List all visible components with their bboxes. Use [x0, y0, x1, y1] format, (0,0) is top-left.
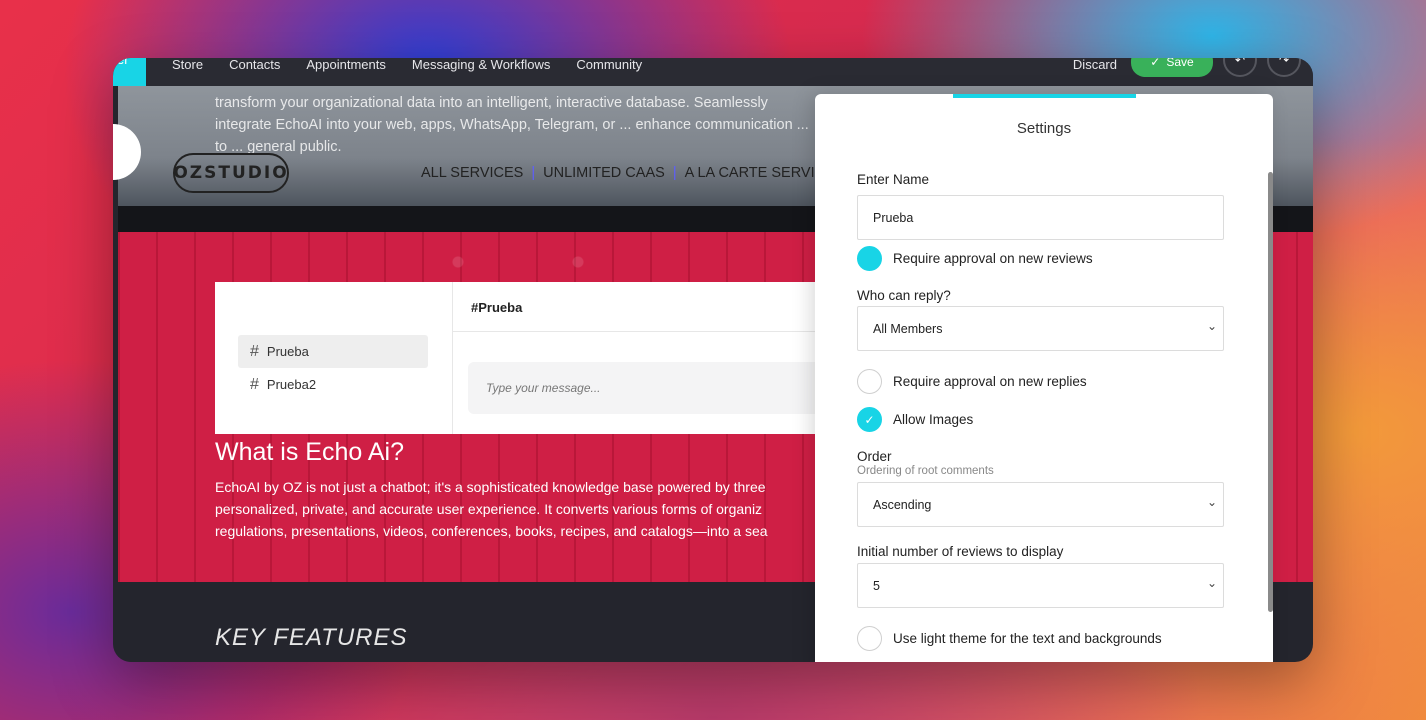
- discard-button[interactable]: Discard: [1073, 58, 1117, 72]
- name-label: Enter Name: [857, 172, 930, 187]
- section-text-line: personalized, private, and accurate user…: [215, 501, 763, 517]
- site-menu-all-services[interactable]: ALL SERVICES: [421, 165, 523, 181]
- section-title: What is Echo Ai?: [215, 438, 404, 466]
- message-input[interactable]: Type your message...: [468, 362, 835, 414]
- site-menu-unlimited-caas[interactable]: UNLIMITED CAAS: [543, 165, 665, 181]
- light-theme-checkbox[interactable]: [857, 626, 882, 651]
- nav-messaging-workflows[interactable]: Messaging & Workflows: [412, 58, 550, 72]
- initial-reviews-label: Initial number of reviews to display: [857, 544, 1064, 559]
- who-reply-select[interactable]: All Members ⌄: [857, 306, 1224, 351]
- undo-icon[interactable]: ↶: [1223, 58, 1257, 77]
- save-label: Save: [1166, 58, 1194, 69]
- who-reply-value: All Members: [873, 322, 943, 336]
- hash-icon: #: [250, 342, 259, 360]
- require-reviews-checkbox[interactable]: [857, 246, 882, 271]
- order-label: Order: [857, 449, 892, 464]
- order-value: Ascending: [873, 498, 932, 512]
- allow-images-checkbox[interactable]: ✓: [857, 407, 882, 432]
- browser-window: er Store Contacts Appointments Messaging…: [113, 58, 1313, 662]
- save-button[interactable]: ✓ Save: [1131, 58, 1213, 77]
- section-text-line: regulations, presentations, videos, conf…: [215, 523, 768, 539]
- top-nav-bar: er Store Contacts Appointments Messaging…: [113, 58, 1313, 86]
- nav-appointments[interactable]: Appointments: [306, 58, 386, 72]
- channel-label: Prueba: [266, 344, 309, 359]
- order-select[interactable]: Ascending ⌄: [857, 482, 1224, 527]
- require-reviews-label: Require approval on new reviews: [893, 251, 1093, 266]
- nav-store[interactable]: Store: [172, 58, 203, 72]
- menu-separator: |: [672, 165, 677, 181]
- site-menu-a-la-carte[interactable]: A LA CARTE SERVIC: [685, 165, 826, 181]
- require-replies-row[interactable]: Require approval on new replies: [857, 369, 1087, 394]
- check-icon: ✓: [1150, 58, 1161, 69]
- community-chat-widget: # Prueba # Prueba2 #Prueba Type your mes…: [215, 282, 835, 434]
- who-reply-label: Who can reply?: [857, 288, 951, 303]
- light-theme-label: Use light theme for the text and backgro…: [893, 631, 1162, 646]
- chevron-down-icon: ⌄: [1206, 495, 1217, 509]
- key-features-heading: KEY FEATURES: [215, 624, 408, 651]
- hash-icon: #: [250, 375, 259, 393]
- settings-panel: Settings Enter Name Prueba Require appro…: [815, 94, 1273, 662]
- channel-label: Prueba2: [266, 377, 317, 392]
- initial-reviews-value: 5: [873, 579, 880, 593]
- require-replies-checkbox[interactable]: [857, 369, 882, 394]
- channel-item[interactable]: # Prueba: [238, 335, 428, 368]
- require-reviews-row[interactable]: Require approval on new reviews: [857, 246, 1093, 271]
- redo-icon[interactable]: ↷: [1267, 58, 1301, 77]
- name-field[interactable]: Prueba: [857, 195, 1224, 240]
- panel-scrollbar[interactable]: [1268, 172, 1273, 612]
- menu-separator: |: [531, 165, 536, 181]
- allow-images-row[interactable]: ✓ Allow Images: [857, 407, 973, 432]
- order-sublabel: Ordering of root comments: [857, 465, 994, 477]
- initial-reviews-select[interactable]: 5 ⌄: [857, 563, 1224, 608]
- active-nav-tab[interactable]: er: [113, 58, 146, 86]
- site-menu: ALL SERVICES | UNLIMITED CAAS | A LA CAR…: [421, 165, 825, 181]
- channel-list: # Prueba # Prueba2: [215, 282, 453, 434]
- channel-header: #Prueba: [453, 282, 835, 332]
- allow-images-label: Allow Images: [893, 412, 974, 427]
- section-text-line: EchoAI by OZ is not just a chatbot; it's…: [215, 479, 766, 495]
- brand-logo: OZSTUDIO: [173, 153, 289, 193]
- nav-community[interactable]: Community: [576, 58, 642, 72]
- section-text: EchoAI by OZ is not just a chatbot; it's…: [215, 476, 815, 542]
- chevron-down-icon: ⌄: [1206, 576, 1217, 590]
- panel-accent-line: [953, 94, 1136, 98]
- require-replies-label: Require approval on new replies: [893, 374, 1087, 389]
- panel-title: Settings: [1016, 120, 1072, 137]
- channel-item[interactable]: # Prueba2: [238, 368, 428, 401]
- hero-text: transform your organizational data into …: [215, 95, 809, 155]
- chevron-down-icon: ⌄: [1206, 319, 1217, 333]
- nav-contacts[interactable]: Contacts: [229, 58, 280, 72]
- light-theme-row[interactable]: Use light theme for the text and backgro…: [857, 626, 1162, 651]
